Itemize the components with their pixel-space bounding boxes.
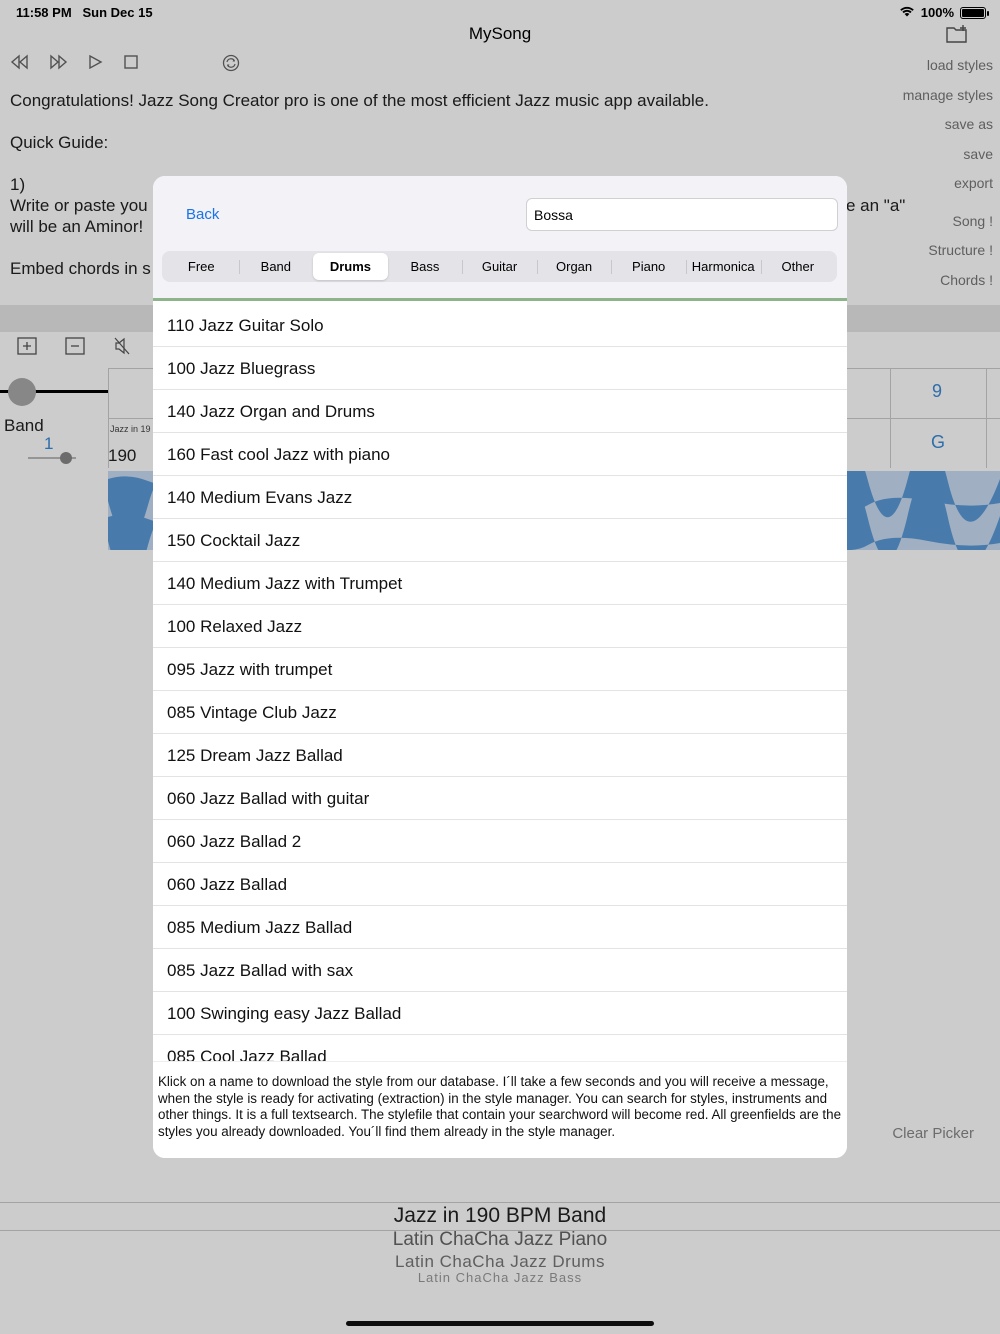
- tab-band[interactable]: Band: [238, 253, 314, 280]
- list-item[interactable]: 060 Jazz Ballad 2: [153, 820, 847, 863]
- list-item[interactable]: 110 Jazz Guitar Solo: [153, 304, 847, 347]
- list-item[interactable]: 085 Vintage Club Jazz: [153, 691, 847, 734]
- list-item[interactable]: 085 Cool Jazz Ballad: [153, 1035, 847, 1061]
- tab-harmonica[interactable]: Harmonica: [685, 253, 761, 280]
- back-button[interactable]: Back: [186, 206, 219, 223]
- list-item[interactable]: 100 Jazz Bluegrass: [153, 347, 847, 390]
- modal-header: Back Free Band Drums Bass Guitar Organ P…: [153, 176, 847, 301]
- list-item[interactable]: 140 Medium Jazz with Trumpet: [153, 562, 847, 605]
- list-item[interactable]: 085 Medium Jazz Ballad: [153, 906, 847, 949]
- tab-free[interactable]: Free: [164, 253, 239, 280]
- tab-piano[interactable]: Piano: [611, 253, 686, 280]
- tab-other[interactable]: Other: [760, 253, 836, 280]
- list-item[interactable]: 140 Jazz Organ and Drums: [153, 390, 847, 433]
- list-item[interactable]: 125 Dream Jazz Ballad: [153, 734, 847, 777]
- list-item[interactable]: 060 Jazz Ballad with guitar: [153, 777, 847, 820]
- list-item[interactable]: 100 Relaxed Jazz: [153, 605, 847, 648]
- tab-organ[interactable]: Organ: [536, 253, 612, 280]
- list-item[interactable]: 160 Fast cool Jazz with piano: [153, 433, 847, 476]
- list-item[interactable]: 085 Jazz Ballad with sax: [153, 949, 847, 992]
- style-list[interactable]: 110 Jazz Guitar Solo 100 Jazz Bluegrass …: [153, 304, 847, 1061]
- list-item[interactable]: 100 Swinging easy Jazz Ballad: [153, 992, 847, 1035]
- tab-bass[interactable]: Bass: [388, 253, 463, 280]
- list-item[interactable]: 095 Jazz with trumpet: [153, 648, 847, 691]
- list-item[interactable]: 140 Medium Evans Jazz: [153, 476, 847, 519]
- style-search-input[interactable]: [526, 198, 838, 231]
- instrument-segmented-control: Free Band Drums Bass Guitar Organ Piano …: [162, 251, 837, 282]
- tab-drums[interactable]: Drums: [313, 253, 388, 280]
- list-item[interactable]: 150 Cocktail Jazz: [153, 519, 847, 562]
- tab-guitar[interactable]: Guitar: [462, 253, 537, 280]
- list-item[interactable]: 060 Jazz Ballad: [153, 863, 847, 906]
- style-download-modal: Back Free Band Drums Bass Guitar Organ P…: [153, 176, 847, 1158]
- help-text: Klick on a name to download the style fr…: [153, 1061, 847, 1158]
